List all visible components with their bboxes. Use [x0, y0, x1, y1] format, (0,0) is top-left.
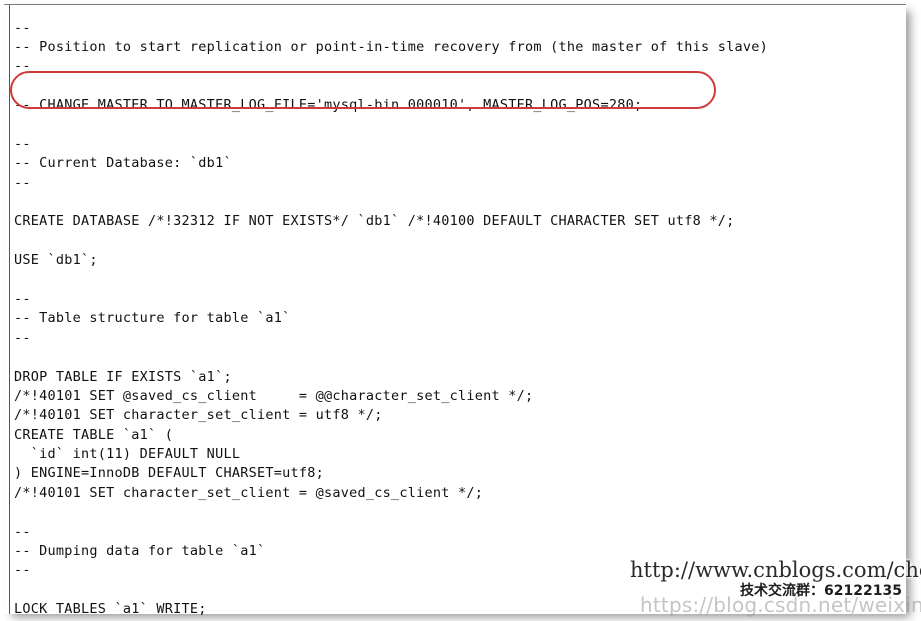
code-line: --: [14, 174, 31, 191]
watermark-blog-url: http://www.cnblogs.com/chenmh/: [630, 558, 921, 582]
code-line-column-def: `id` int(11) DEFAULT NULL: [14, 446, 241, 463]
code-line: --: [14, 135, 31, 152]
code-line: -- Position to start replication or poin…: [14, 38, 768, 55]
code-line: --: [14, 329, 31, 346]
code-line: --: [14, 290, 31, 307]
watermark-csdn-url: https://blog.csdn.net/weixin_46152207: [640, 593, 921, 617]
screenshot-root: -- -- Position to start replication or po…: [0, 0, 921, 621]
left-margin-rule: [9, 5, 10, 614]
sql-dump-text[interactable]: -- -- Position to start replication or po…: [14, 19, 904, 621]
code-line: --: [14, 58, 31, 75]
code-line: /*!40101 SET character_set_client = utf8…: [14, 407, 383, 424]
code-line: --: [14, 19, 31, 36]
code-line: /*!40101 SET character_set_client = @sav…: [14, 484, 484, 501]
code-line: /*!40101 SET @saved_cs_client = @@charac…: [14, 387, 534, 404]
code-line: --: [14, 523, 31, 540]
code-line-create-database: CREATE DATABASE /*!32312 IF NOT EXISTS*/…: [14, 213, 735, 230]
code-line-use-db: USE `db1`;: [14, 252, 98, 269]
code-line-create-table: CREATE TABLE `a1` (: [14, 426, 174, 443]
code-line-table-options: ) ENGINE=InnoDB DEFAULT CHARSET=utf8;: [14, 465, 324, 482]
code-line-change-master: -- CHANGE MASTER TO MASTER_LOG_FILE='mys…: [14, 97, 643, 114]
code-line: -- Table structure for table `a1`: [14, 310, 291, 327]
code-line: -- Current Database: `db1`: [14, 155, 232, 172]
code-line-drop-table: DROP TABLE IF EXISTS `a1`;: [14, 368, 232, 385]
